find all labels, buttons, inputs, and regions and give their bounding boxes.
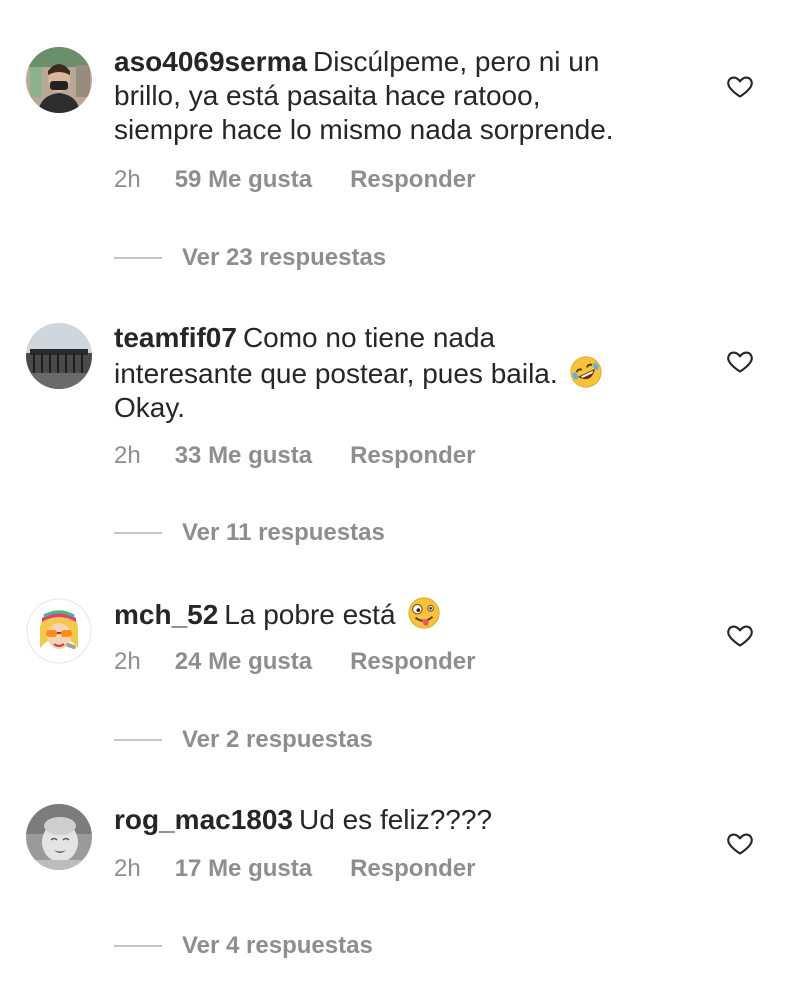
comment-text: teamfif07 Como no tiene nada interesante … [114, 321, 684, 425]
comment-text: rog_mac1803 Ud es feliz???? [114, 803, 684, 837]
view-replies-label: Ver 11 respuestas [182, 519, 385, 546]
replies-divider [114, 532, 162, 534]
comment-likes[interactable]: 33 Me gusta [175, 442, 312, 470]
heart-outline-icon[interactable] [726, 829, 754, 857]
rolling-laughing-emoji [570, 356, 603, 388]
reply-button[interactable]: Responder [350, 648, 475, 676]
replies-divider [114, 945, 162, 947]
heart-outline-icon[interactable] [726, 621, 754, 649]
comment-likes[interactable]: 59 Me gusta [175, 166, 312, 194]
reply-button[interactable]: Responder [350, 855, 475, 883]
comment-time: 2h [114, 855, 141, 882]
comment-line: Ud es feliz???? [299, 804, 493, 835]
comment-text: aso4069serma Discúlpeme, pero ni un brill… [114, 45, 684, 147]
heart-outline-icon[interactable] [726, 72, 754, 100]
avatar-cartoon-icon [26, 598, 92, 664]
comment-text: mch_52 La pobre está [114, 596, 684, 632]
comment-time: 2h [114, 442, 141, 469]
avatar-photo-icon [26, 323, 92, 389]
replies-divider [114, 257, 162, 259]
comment-username[interactable]: aso4069serma [114, 46, 307, 77]
comment-meta: 2h 24 Me gusta Responder [114, 648, 475, 676]
view-replies-button[interactable]: Ver 23 respuestas [114, 243, 386, 273]
comment-username[interactable]: teamfif07 [114, 322, 237, 353]
comment-likes[interactable]: 24 Me gusta [175, 648, 312, 676]
comment-time: 2h [114, 166, 141, 193]
comment-username[interactable]: rog_mac1803 [114, 804, 293, 835]
view-replies-label: Ver 23 respuestas [182, 244, 387, 271]
view-replies-button[interactable]: Ver 4 respuestas [114, 931, 373, 961]
avatar[interactable] [26, 47, 92, 113]
view-replies-button[interactable]: Ver 11 respuestas [114, 518, 385, 548]
comment-line: brillo, ya está pasaita hace ratooo, [114, 80, 541, 111]
comment-line: interesante que postear, pues baila. [114, 358, 558, 389]
replies-divider [114, 739, 162, 741]
comment-time: 2h [114, 648, 141, 675]
comment-meta: 2h 33 Me gusta Responder [114, 442, 475, 470]
comment-meta: 2h 59 Me gusta Responder [114, 166, 475, 194]
comment-line: Como no tiene nada [242, 322, 496, 353]
zany-face-emoji [408, 597, 440, 629]
reply-button[interactable]: Responder [350, 166, 475, 194]
comment-line: Okay. [114, 392, 186, 423]
comment-line: Discúlpeme, pero ni un [313, 46, 600, 77]
avatar[interactable] [26, 804, 92, 870]
avatar[interactable] [26, 323, 92, 389]
view-replies-label: Ver 2 respuestas [182, 726, 373, 753]
comment-username[interactable]: mch_52 [114, 599, 218, 630]
comment-line: La pobre está [224, 599, 396, 630]
avatar[interactable] [26, 598, 92, 664]
avatar-photo-icon [26, 47, 92, 113]
comment-meta: 2h 17 Me gusta Responder [114, 855, 475, 883]
reply-button[interactable]: Responder [350, 442, 475, 470]
view-replies-label: Ver 4 respuestas [182, 932, 373, 959]
view-replies-button[interactable]: Ver 2 respuestas [114, 725, 373, 755]
comment-line: siempre hace lo mismo nada sorprende. [114, 114, 614, 145]
heart-outline-icon[interactable] [726, 347, 754, 375]
avatar-baby-photo-icon [26, 804, 92, 870]
comment-likes[interactable]: 17 Me gusta [175, 855, 312, 883]
